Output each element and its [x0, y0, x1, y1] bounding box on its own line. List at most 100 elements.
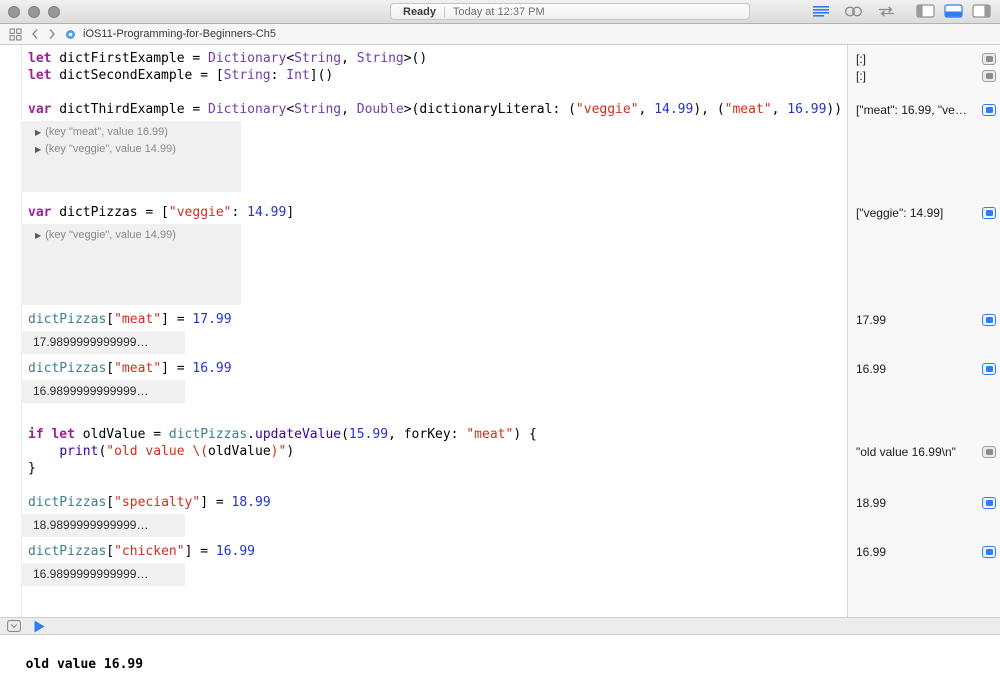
code-token: Int: [286, 68, 309, 83]
navigator-panel-button[interactable]: [916, 4, 935, 18]
code-token: [28, 444, 59, 459]
standard-editor-button[interactable]: [811, 5, 831, 18]
show-result-icon: [986, 73, 993, 79]
source-editor-content: let dictFirstExample = Dictionary<String…: [0, 45, 847, 586]
code-token: print: [59, 444, 98, 459]
sidebar-result-text: [:]: [856, 69, 980, 83]
jumpbar-file-title[interactable]: iOS11-Programming-for-Beginners-Ch5: [83, 28, 276, 40]
minimize-icon[interactable]: [28, 6, 40, 18]
code-token: :: [271, 68, 287, 83]
code-line[interactable]: if let oldValue = dictPizzas.updateValue…: [0, 426, 847, 443]
code-token: let: [51, 427, 74, 442]
inline-result[interactable]: 16.9899999999999…: [21, 380, 185, 403]
version-editor-button[interactable]: [876, 5, 897, 18]
blank-line[interactable]: [0, 477, 847, 494]
disclosure-triangle-icon[interactable]: ▶: [35, 231, 41, 240]
zoom-icon[interactable]: [48, 6, 60, 18]
window-toolbar: Ready | Today at 12:37 PM: [0, 0, 1000, 24]
blank-line[interactable]: [0, 409, 847, 426]
code-line[interactable]: dictPizzas["chicken"] = 16.99: [0, 543, 847, 560]
code-token: dictFirstExample =: [51, 51, 208, 66]
show-result-button[interactable]: [982, 104, 996, 116]
show-result-button[interactable]: [982, 53, 996, 65]
sidebar-result-text: ["veggie": 14.99]: [856, 206, 980, 220]
hide-console-icon: [7, 620, 21, 632]
sidebar-result-row: 18.99: [856, 494, 996, 511]
code-token: dictPizzas: [169, 427, 247, 442]
navigator-panel-icon: [916, 4, 935, 18]
assistant-editor-button[interactable]: [844, 5, 863, 18]
disclosure-triangle-icon[interactable]: ▶: [35, 128, 41, 137]
code-line[interactable]: var dictThirdExample = Dictionary<String…: [0, 101, 847, 118]
code-token: ,: [341, 51, 357, 66]
forward-button[interactable]: [48, 28, 56, 40]
show-result-button[interactable]: [982, 497, 996, 509]
inline-result[interactable]: 16.9899999999999…: [21, 563, 185, 586]
code-token: Dictionary: [208, 51, 286, 66]
show-result-button[interactable]: [982, 314, 996, 326]
show-result-icon: [986, 500, 993, 506]
inline-result[interactable]: 18.9899999999999…: [21, 514, 185, 537]
code-token: 16.99: [216, 544, 255, 559]
code-token: ,: [772, 102, 788, 117]
code-line[interactable]: var dictPizzas = ["veggie": 14.99]: [0, 204, 847, 221]
code-token: [: [106, 312, 114, 327]
status-ready: Ready: [403, 6, 436, 18]
hide-console-button[interactable]: [7, 620, 21, 632]
sidebar-result-text: 18.99: [856, 496, 980, 510]
code-line[interactable]: }: [0, 460, 847, 477]
code-token: ](): [310, 68, 333, 83]
code-token: dictPizzas = [: [51, 205, 168, 220]
code-line[interactable]: let dictFirstExample = Dictionary<String…: [0, 50, 847, 67]
inline-result[interactable]: ▶(key "veggie", value 14.99): [21, 224, 241, 305]
show-result-button[interactable]: [982, 446, 996, 458]
sidebar-result-row: 16.99: [856, 543, 996, 560]
code-token: "veggie": [576, 102, 639, 117]
code-token: "meat": [725, 102, 772, 117]
sidebar-result-row: ["veggie": 14.99]: [856, 204, 996, 221]
blank-line[interactable]: [0, 84, 847, 101]
result-row-text: (key "veggie", value 14.99): [45, 143, 176, 155]
show-result-button[interactable]: [982, 546, 996, 558]
debug-area-panel-button[interactable]: [944, 4, 963, 18]
code-token: 16.99: [192, 361, 231, 376]
show-result-icon: [986, 210, 993, 216]
code-token: "meat": [114, 361, 161, 376]
inline-result[interactable]: ▶(key "meat", value 16.99)▶(key "veggie"…: [21, 121, 241, 192]
utilities-panel-button[interactable]: [972, 4, 991, 18]
code-line[interactable]: dictPizzas["meat"] = 17.99: [0, 311, 847, 328]
show-result-button[interactable]: [982, 70, 996, 82]
code-token: 16.99: [787, 102, 826, 117]
code-line[interactable]: dictPizzas["specialty"] = 18.99: [0, 494, 847, 511]
sidebar-result-text: "old value 16.99\n": [856, 445, 980, 459]
run-icon: [34, 620, 45, 633]
source-editor[interactable]: let dictFirstExample = Dictionary<String…: [0, 45, 847, 617]
sidebar-result-row: 17.99: [856, 311, 996, 328]
close-icon[interactable]: [8, 6, 20, 18]
code-token: ,: [639, 102, 655, 117]
show-result-button[interactable]: [982, 363, 996, 375]
code-token: [: [106, 544, 114, 559]
disclosure-triangle-icon[interactable]: ▶: [35, 145, 41, 154]
result-value: 16.9899999999999…: [21, 563, 185, 586]
sidebar-result-row: [:]: [856, 67, 996, 84]
show-result-button[interactable]: [982, 207, 996, 219]
code-token: if: [28, 427, 44, 442]
code-token: ): [286, 444, 294, 459]
console-area: old value 16.99: [0, 635, 1000, 684]
activity-viewer: Ready | Today at 12:37 PM: [390, 3, 750, 20]
related-items-button[interactable]: [9, 28, 22, 41]
code-line[interactable]: dictPizzas["meat"] = 16.99: [0, 360, 847, 377]
code-token: let: [28, 51, 51, 66]
code-line[interactable]: print("old value \(oldValue)"): [0, 443, 847, 460]
code-token: ] =: [161, 312, 192, 327]
inline-result[interactable]: 17.9899999999999…: [21, 331, 185, 354]
code-line[interactable]: let dictSecondExample = [String: Int](): [0, 67, 847, 84]
back-button[interactable]: [31, 28, 39, 40]
code-token: , forKey:: [388, 427, 466, 442]
result-row: ▶ (key "veggie", value 14.99): [21, 141, 241, 158]
code-token: "old value \(: [106, 444, 208, 459]
show-result-icon: [986, 107, 993, 113]
sidebar-result-text: 16.99: [856, 362, 980, 376]
run-button[interactable]: [34, 620, 45, 633]
